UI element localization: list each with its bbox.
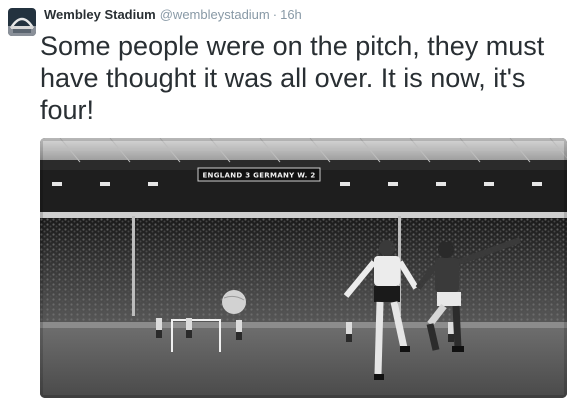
scoreboard-text: ENGLAND 3 GERMANY W. 2 [202,172,315,180]
tweet-text: Some people were on the pitch, they must… [40,31,545,125]
scoreboard: ENGLAND 3 GERMANY W. 2 [197,167,321,182]
separator-dot: · [272,7,278,22]
tweet-card: Wembley Stadium @wembleystadium · 16h Some … [0,0,575,407]
tweet-header: Wembley Stadium @wembleystadium · 16h [44,7,302,23]
tweet-timestamp[interactable]: 16h [280,7,302,22]
account-handle[interactable]: @wembleystadium [160,7,270,22]
stadium-photo: ENGLAND 3 GERMANY W. 2 [40,138,567,398]
wembley-arch-icon [8,8,36,36]
account-name[interactable]: Wembley Stadium [44,7,156,22]
account-avatar[interactable] [8,8,36,36]
tweet-photo[interactable]: ENGLAND 3 GERMANY W. 2 [40,138,567,398]
